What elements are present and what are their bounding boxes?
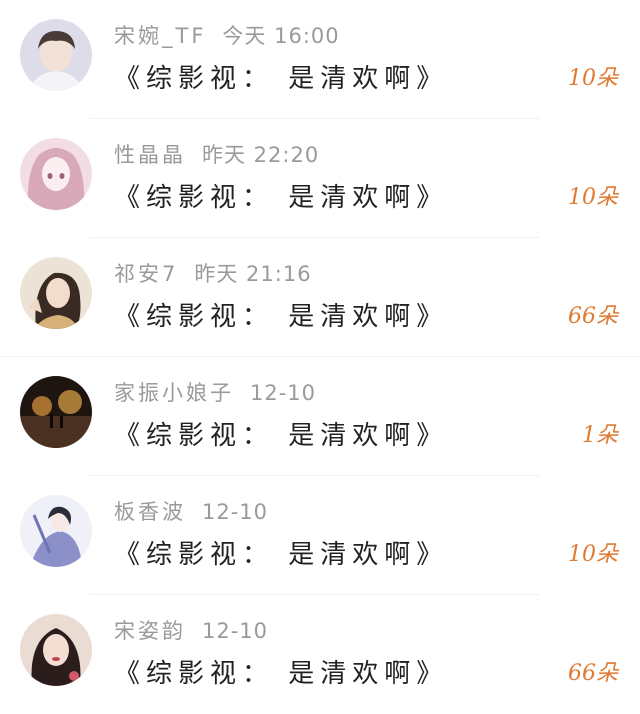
list-item[interactable]: 宋婉_TF 今天 16:00 《综影视： 是清欢啊》 10朵 (0, 0, 640, 119)
item-meta: 祁安7 昨天 21:16 (114, 258, 312, 288)
book-title[interactable]: 《综影视： 是清欢啊》 (114, 296, 448, 333)
avatar-girl-portrait-icon[interactable] (20, 614, 92, 686)
timestamp: 昨天 22:20 (202, 143, 320, 167)
gift-list: 宋婉_TF 今天 16:00 《综影视： 是清欢啊》 10朵 性晶晶 昨天 22:2… (0, 0, 640, 711)
flower-count: 10朵 (568, 66, 618, 91)
username[interactable]: 宋婉_TF (114, 24, 206, 48)
item-meta: 性晶晶 昨天 22:20 (114, 139, 319, 169)
item-meta: 家振小娘子 12-10 (114, 377, 316, 407)
list-item[interactable]: 家振小娘子 12-10 《综影视： 是清欢啊》 1朵 (0, 357, 640, 476)
book-title[interactable]: 《综影视： 是清欢啊》 (114, 177, 448, 214)
avatar-girl-photo-icon[interactable] (20, 257, 92, 329)
avatar-anime-swordsman-icon[interactable] (20, 495, 92, 567)
username[interactable]: 性晶晶 (114, 143, 186, 167)
flower-count: 66朵 (568, 661, 618, 686)
book-title[interactable]: 《综影视： 是清欢啊》 (114, 58, 448, 95)
item-meta: 宋婉_TF 今天 16:00 (114, 20, 340, 50)
timestamp: 昨天 21:16 (194, 262, 312, 286)
timestamp: 12-10 (250, 381, 317, 405)
list-item[interactable]: 宋姿韵 12-10 《综影视： 是清欢啊》 66朵 (0, 595, 640, 714)
username[interactable]: 祁安7 (114, 262, 178, 286)
flower-count: 10朵 (568, 542, 618, 567)
avatar-anime-girl-pink-icon[interactable] (20, 138, 92, 210)
list-item[interactable]: 祁安7 昨天 21:16 《综影视： 是清欢啊》 66朵 (0, 238, 640, 357)
book-title[interactable]: 《综影视： 是清欢啊》 (114, 534, 448, 571)
item-meta: 宋姿韵 12-10 (114, 615, 268, 645)
flower-count: 66朵 (568, 304, 618, 329)
username[interactable]: 家振小娘子 (114, 381, 234, 405)
timestamp: 12-10 (202, 619, 269, 643)
book-title[interactable]: 《综影视： 是清欢啊》 (114, 415, 448, 452)
list-item[interactable]: 板香波 12-10 《综影视： 是清欢啊》 10朵 (0, 476, 640, 595)
username[interactable]: 宋姿韵 (114, 619, 186, 643)
avatar-young-man-icon[interactable] (20, 19, 92, 91)
username[interactable]: 板香波 (114, 500, 186, 524)
flower-count: 1朵 (582, 423, 618, 448)
timestamp: 12-10 (202, 500, 269, 524)
avatar-night-street-icon[interactable] (20, 376, 92, 448)
list-item[interactable]: 性晶晶 昨天 22:20 《综影视： 是清欢啊》 10朵 (0, 119, 640, 238)
item-meta: 板香波 12-10 (114, 496, 268, 526)
book-title[interactable]: 《综影视： 是清欢啊》 (114, 653, 448, 690)
flower-count: 10朵 (568, 185, 618, 210)
timestamp: 今天 16:00 (222, 24, 340, 48)
